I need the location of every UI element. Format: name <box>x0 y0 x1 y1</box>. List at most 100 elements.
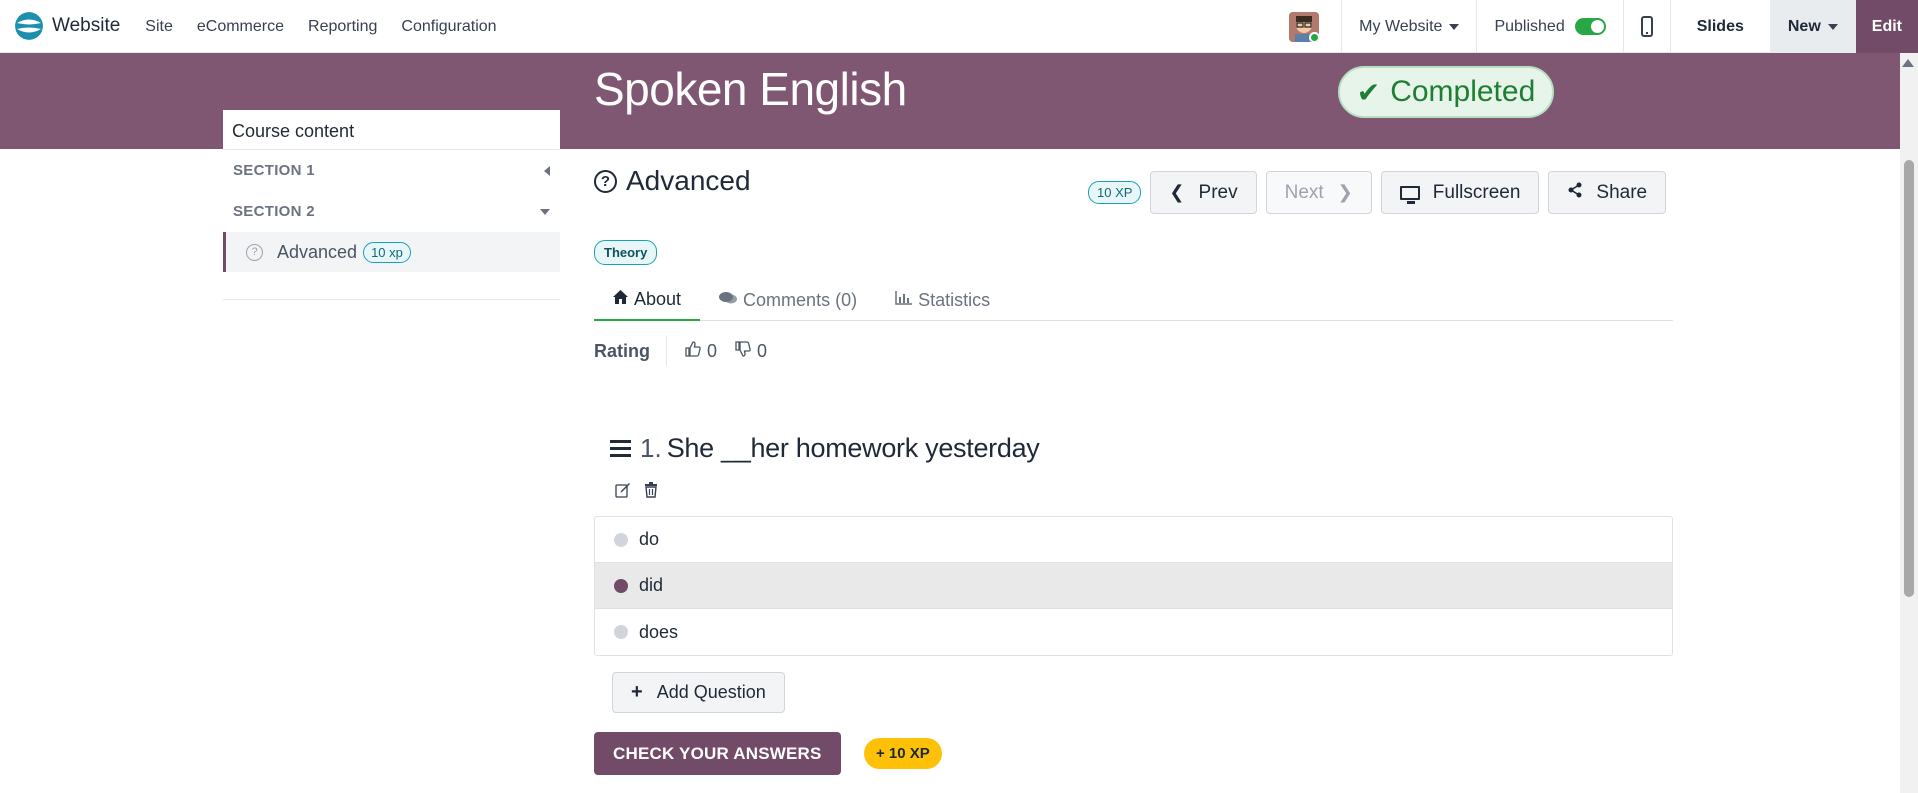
question-actions <box>615 482 671 502</box>
drag-handle-icon[interactable] <box>610 440 631 457</box>
chevron-left-icon: ❮ <box>1169 182 1185 202</box>
answer-option-selected[interactable]: did <box>595 563 1672 609</box>
trash-icon[interactable] <box>644 482 658 502</box>
tab-statistics-label: Statistics <box>918 290 991 310</box>
comments-icon <box>719 291 738 310</box>
rating-label: Rating <box>594 336 667 366</box>
caret-down-icon <box>1449 23 1460 30</box>
mobile-phone-icon <box>1640 16 1653 37</box>
answer-list: do did does <box>594 516 1673 656</box>
completed-label: Completed <box>1390 75 1536 108</box>
edit-icon[interactable] <box>615 482 631 502</box>
menu-ecommerce[interactable]: eCommerce <box>185 0 296 53</box>
xp-reward-badge: + 10 XP <box>864 738 942 769</box>
tab-statistics[interactable]: Statistics <box>876 280 1009 321</box>
online-status-icon <box>1309 31 1320 42</box>
sidebar-section-1[interactable]: SECTION 1 <box>223 150 560 191</box>
scroll-up-arrow-icon[interactable] <box>1902 59 1914 67</box>
course-title: Spoken English <box>594 63 907 115</box>
dislike-button[interactable]: 0 <box>735 341 767 362</box>
fullscreen-label: Fullscreen <box>1432 181 1521 203</box>
answer-label: does <box>639 621 679 642</box>
tab-about[interactable]: About <box>594 280 701 321</box>
tab-comments-label: Comments (0) <box>743 290 858 310</box>
question-number: 1. <box>640 433 662 463</box>
quiz-question: 1. She __her homework yesterday <box>610 433 1040 464</box>
mobile-preview-button[interactable] <box>1624 0 1670 53</box>
prev-button[interactable]: ❮ Prev <box>1150 171 1257 214</box>
dislikes-count: 0 <box>757 340 768 361</box>
add-question-label: Add Question <box>656 682 766 702</box>
answer-label: did <box>639 575 664 595</box>
course-content-header: Course content <box>223 110 560 150</box>
menu-configuration[interactable]: Configuration <box>389 0 508 53</box>
radio-icon[interactable] <box>614 625 628 639</box>
radio-icon[interactable] <box>614 532 628 547</box>
main-menu: Site eCommerce Reporting Configuration <box>133 0 508 53</box>
prev-label: Prev <box>1198 181 1238 203</box>
chevron-right-icon: ❯ <box>1337 182 1353 202</box>
toggle-switch-icon[interactable] <box>1574 18 1606 35</box>
xp-badge: 10 XP <box>1088 181 1142 204</box>
section-1-label: SECTION 1 <box>233 162 315 179</box>
tab-comments[interactable]: Comments (0) <box>700 280 876 321</box>
thumbs-down-icon <box>735 340 751 362</box>
rating-row: Rating 0 0 <box>594 336 767 366</box>
share-icon <box>1567 182 1583 203</box>
website-logo-icon <box>15 12 43 40</box>
brand[interactable]: Website <box>15 0 120 53</box>
lesson-title: ? Advanced <box>594 165 751 197</box>
navbar-right: My Website Published Slides New Edit <box>1289 0 1918 53</box>
answer-option[interactable]: does <box>595 609 1672 655</box>
caret-down-icon <box>540 208 550 215</box>
completed-badge: ✔ Completed <box>1338 66 1554 118</box>
my-website-label: My Website <box>1359 17 1443 35</box>
menu-site[interactable]: Site <box>133 0 185 53</box>
sidebar-divider <box>223 299 560 300</box>
check-answers-button[interactable]: CHECK YOUR ANSWERS <box>594 732 841 775</box>
user-avatar[interactable] <box>1289 11 1320 42</box>
sidebar-item-advanced[interactable]: ? Advanced 10 xp <box>223 232 560 272</box>
likes-count: 0 <box>707 340 718 361</box>
brand-name: Website <box>52 15 121 36</box>
section-2-label: SECTION 2 <box>233 203 315 220</box>
radio-selected-icon[interactable] <box>614 578 628 593</box>
edit-button[interactable]: Edit <box>1855 0 1918 53</box>
sidebar-section-2[interactable]: SECTION 2 <box>223 191 560 232</box>
question-text: She __her homework yesterday <box>666 433 1040 463</box>
my-website-dropdown[interactable]: My Website <box>1342 0 1476 53</box>
add-question-button[interactable]: + Add Question <box>612 672 785 713</box>
fullscreen-button[interactable]: Fullscreen <box>1380 171 1540 214</box>
published-toggle[interactable]: Published <box>1477 0 1622 53</box>
new-button[interactable]: New <box>1769 0 1856 53</box>
scrollbar-thumb[interactable] <box>1904 160 1914 597</box>
lesson-title-text: Advanced <box>626 165 751 196</box>
plus-icon: + <box>631 681 643 703</box>
slides-button[interactable]: Slides <box>1671 0 1770 53</box>
sidebar-item-label: Advanced <box>277 241 358 262</box>
top-navbar: Website Site eCommerce Reporting Configu… <box>0 0 1918 53</box>
xp-pill: 10 xp <box>363 241 411 263</box>
course-sidebar: Course content SECTION 1 SECTION 2 ? Adv… <box>223 110 560 300</box>
new-label: New <box>1787 18 1821 35</box>
caret-down-icon <box>1827 23 1838 30</box>
lesson-toolbar: 10 XP ❮ Prev Next ❯ Fullscreen Share <box>1088 171 1675 214</box>
question-circle-icon: ? <box>246 243 263 261</box>
question-circle-icon: ? <box>594 169 617 193</box>
like-button[interactable]: 0 <box>685 341 717 362</box>
next-label: Next <box>1284 181 1324 203</box>
home-icon <box>613 290 628 309</box>
caret-left-icon <box>544 165 550 176</box>
lesson-tabs: About Comments (0) Statistics <box>594 280 1673 321</box>
bar-chart-icon <box>895 291 913 310</box>
theory-tag: Theory <box>594 240 658 265</box>
share-button[interactable]: Share <box>1548 171 1667 214</box>
thumbs-up-icon <box>685 340 701 362</box>
menu-reporting[interactable]: Reporting <box>296 0 389 53</box>
tab-about-label: About <box>634 289 682 309</box>
answer-label: do <box>639 529 660 549</box>
desktop-icon <box>1399 185 1420 204</box>
published-label: Published <box>1494 17 1565 35</box>
answer-option[interactable]: do <box>595 517 1672 563</box>
next-button[interactable]: Next ❯ <box>1265 171 1372 214</box>
